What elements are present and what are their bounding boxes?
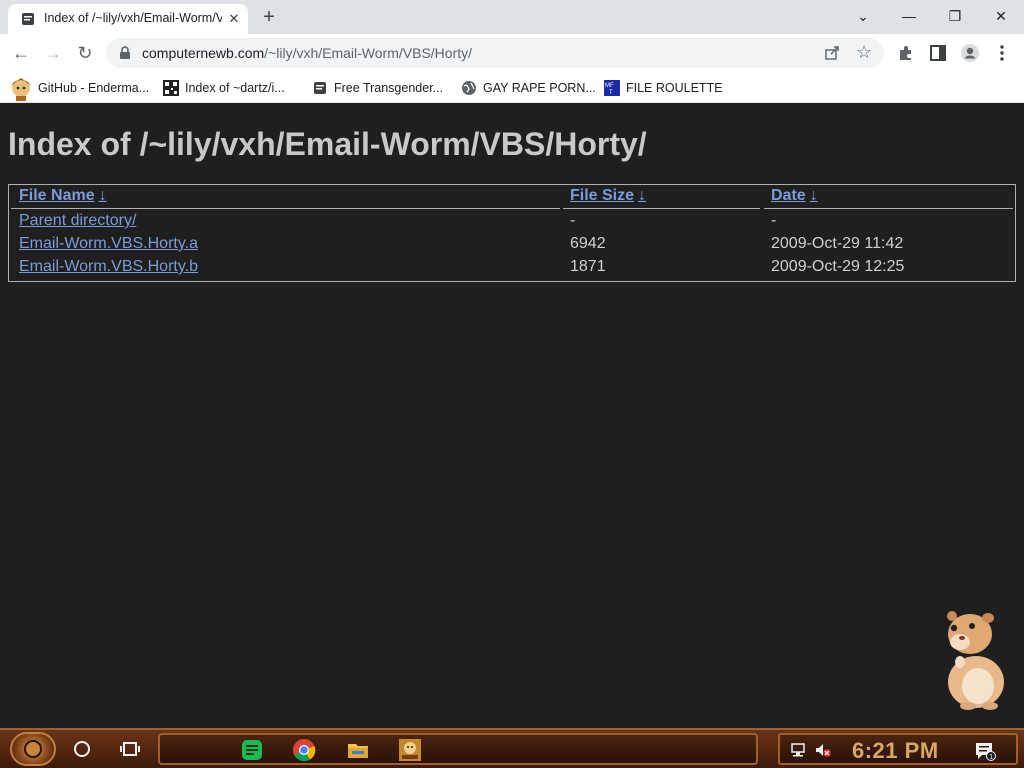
header-divider	[11, 208, 560, 209]
sort-arrow-icon[interactable]: ↓	[638, 187, 646, 204]
share-icon[interactable]	[824, 45, 840, 61]
table-header-row: File Name ↓ File Size ↓ Date ↓	[9, 185, 1015, 207]
browser-toolbar: ← → ↻ computernewb.com/~lily/vxh/Email-W…	[0, 34, 1024, 72]
parent-directory-link[interactable]: Parent directory/	[19, 212, 136, 229]
bookmark-dartz[interactable]: Index of ~dartz/i...	[163, 77, 285, 99]
minimize-button[interactable]: —	[898, 5, 920, 27]
file-listing-table: File Name ↓ File Size ↓ Date ↓ Parent direc…	[8, 184, 1016, 282]
file-size-cell: 6942	[570, 235, 606, 252]
bookmark-star-icon[interactable]: ☆	[856, 43, 872, 61]
bookmark-label: FILE ROULETTE	[626, 81, 723, 95]
page-title: Index of /~lily/vxh/Email-Worm/VBS/Horty…	[8, 126, 647, 162]
profile-avatar-icon[interactable]	[960, 43, 980, 63]
mft-icon: MF T	[604, 80, 620, 96]
sort-by-size-link[interactable]: File Size	[570, 187, 634, 204]
search-circle-icon[interactable]	[74, 741, 90, 757]
file-explorer-icon[interactable]	[346, 738, 370, 762]
chrome-icon[interactable]	[292, 738, 316, 762]
notes-app-icon[interactable]	[240, 738, 264, 762]
table-row: Email-Worm.VBS.Horty.a 6942 2009-Oct-29 …	[9, 233, 1015, 255]
header-divider	[764, 208, 1013, 209]
file-link[interactable]: Email-Worm.VBS.Horty.b	[19, 258, 198, 275]
url-host: computernewb.com	[142, 45, 265, 61]
table-row: Parent directory/ - -	[9, 210, 1015, 232]
close-window-button[interactable]: ✕	[990, 5, 1012, 27]
lock-icon[interactable]	[118, 46, 132, 60]
start-button[interactable]	[10, 732, 56, 766]
qr-icon	[163, 80, 179, 96]
taskbar: 6:21 PM 1	[0, 728, 1024, 768]
globe-icon	[462, 81, 476, 95]
bookmark-transgender[interactable]: Free Transgender...	[312, 77, 443, 99]
tab-close-icon[interactable]: ✕	[226, 11, 242, 27]
reload-button[interactable]: ↻	[74, 42, 96, 64]
column-header-size[interactable]: File Size ↓	[570, 187, 646, 205]
bookmark-file-roulette[interactable]: MF T FILE ROULETTE	[604, 77, 723, 99]
address-bar[interactable]: computernewb.com/~lily/vxh/Email-Worm/VB…	[106, 38, 884, 68]
menu-kebab-icon[interactable]	[992, 43, 1012, 63]
bookmark-label: Free Transgender...	[334, 81, 444, 95]
sort-by-name-link[interactable]: File Name	[19, 187, 95, 204]
page-favicon-icon	[22, 13, 34, 25]
svg-text:T: T	[609, 90, 613, 96]
file-link[interactable]: Email-Worm.VBS.Horty.a	[19, 235, 198, 252]
bookmarks-bar: GitHub - Enderma... Index of ~dartz/i...…	[0, 72, 1024, 103]
new-tab-button[interactable]: +	[259, 7, 279, 27]
file-date-cell: 2009-Oct-29 11:42	[771, 235, 904, 252]
page-icon	[314, 82, 326, 94]
svg-text:MF: MF	[605, 83, 614, 89]
tab-title: Index of /~lily/vxh/Email-Worm/VBS/Horty…	[44, 11, 222, 25]
network-icon[interactable]	[790, 742, 808, 758]
side-panel-icon[interactable]	[928, 43, 948, 63]
notifications-icon[interactable]: 1	[974, 741, 996, 761]
tab-strip: Index of /~lily/vxh/Email-Worm/VBS/Horty…	[0, 0, 1024, 34]
bookmark-label: GitHub - Enderma...	[38, 81, 150, 95]
file-size-cell: -	[570, 212, 576, 229]
page-content: Index of /~lily/vxh/Email-Worm/VBS/Horty…	[0, 104, 1024, 728]
system-tray: 6:21 PM 1	[778, 733, 1018, 765]
game-app-icon[interactable]	[398, 738, 422, 762]
volume-muted-icon[interactable]	[814, 742, 832, 758]
tab-active[interactable]: Index of /~lily/vxh/Email-Worm/VBS/Horty…	[8, 4, 248, 34]
anime-avatar-icon	[11, 78, 31, 101]
bookmark-label: Index of ~dartz/i...	[185, 81, 285, 95]
url-path: /~lily/vxh/Email-Worm/VBS/Horty/	[264, 45, 473, 61]
column-header-date[interactable]: Date ↓	[771, 187, 818, 205]
sort-arrow-icon[interactable]: ↓	[99, 187, 107, 204]
extensions-puzzle-icon[interactable]	[896, 43, 916, 63]
file-size-cell: 1871	[570, 258, 606, 275]
back-button[interactable]: ←	[10, 42, 32, 64]
file-date-cell: 2009-Oct-29 12:25	[771, 258, 905, 275]
start-orb-icon	[24, 740, 42, 758]
hamster-mascot-icon[interactable]	[938, 604, 1010, 712]
restore-button[interactable]: ❐	[944, 5, 966, 27]
file-date-cell: -	[771, 212, 777, 229]
sort-arrow-icon[interactable]: ↓	[810, 187, 818, 204]
taskbar-clock[interactable]: 6:21 PM	[852, 738, 939, 764]
sort-by-date-link[interactable]: Date	[771, 187, 806, 204]
table-row: Email-Worm.VBS.Horty.b 1871 2009-Oct-29 …	[9, 256, 1015, 278]
forward-button[interactable]: →	[42, 42, 64, 64]
tab-search-icon[interactable]: ⌄	[852, 5, 874, 27]
bookmark-github[interactable]: GitHub - Enderma...	[8, 77, 150, 101]
bookmark-globe[interactable]: GAY RAPE PORN...	[461, 77, 596, 99]
taskbar-app-area	[158, 733, 758, 765]
header-divider	[563, 208, 760, 209]
column-header-name[interactable]: File Name ↓	[19, 187, 107, 205]
task-view-icon[interactable]	[120, 740, 140, 758]
bookmark-label: GAY RAPE PORN...	[483, 81, 596, 95]
notification-count: 1	[989, 754, 993, 761]
url-text[interactable]: computernewb.com/~lily/vxh/Email-Worm/VB…	[142, 45, 472, 61]
